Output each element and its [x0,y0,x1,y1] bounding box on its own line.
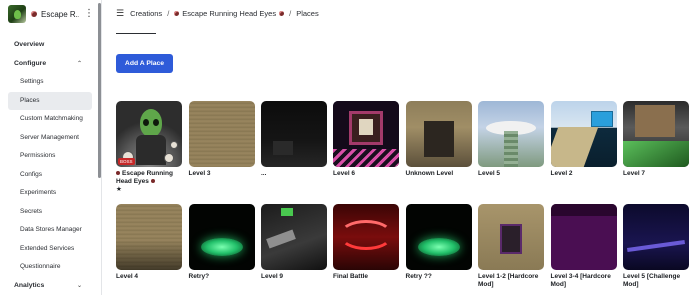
sidebar-item-data-stores-manager[interactable]: Data Stores Manager [0,221,100,240]
sidebar-nav: Overview Configure ⌃ Settings Places Cust… [0,36,100,295]
place-label: Level 9 [261,273,284,280]
place-thumbnail [188,204,255,270]
place-card[interactable]: Unknown Level [405,101,472,178]
place-label: Level 5 [Challenge Mod] [623,273,681,288]
place-label: Level 3-4 [Hardcore Mod] [550,273,611,288]
boss-badge: BOSS [118,158,135,165]
place-card[interactable]: Final Battle [333,204,399,281]
place-card[interactable]: Level 6 [333,101,399,178]
place-thumbnail [405,101,472,167]
experience-thumbnail [8,5,26,23]
place-card[interactable]: Level 5 [478,101,544,178]
place-thumbnail [116,204,182,270]
place-thumbnail [623,204,689,270]
breadcrumb-creations[interactable]: Creations [130,9,162,18]
place-thumbnail [333,101,399,167]
place-thumbnail [550,204,617,270]
sidebar-item-secrets[interactable]: Secrets [0,203,100,222]
experience-icon [31,11,37,17]
breadcrumb-separator: / [289,8,292,18]
place-card[interactable]: ... [261,101,327,178]
place-label: ... [261,170,267,177]
place-label: Level 7 [623,170,646,177]
place-thumbnail [478,204,544,270]
sidebar-item-overview[interactable]: Overview [0,36,100,55]
place-label: Level 2 [550,170,573,177]
menu-icon[interactable]: ☰ [116,8,124,19]
sidebar-item-permissions[interactable]: Permissions [0,147,100,166]
place-card[interactable]: Level 2 [550,101,617,178]
experience-icon [174,10,180,16]
place-thumbnail [623,101,689,167]
place-label: Level 4 [116,273,139,280]
place-label: Escape Running Head Eyes ★ [116,170,182,194]
experience-icon [279,10,285,16]
place-thumbnail [405,204,472,270]
place-thumbnail [333,204,399,270]
place-label: Unknown Level [405,170,454,177]
sidebar-item-experiments[interactable]: Experiments [0,184,100,203]
breadcrumb-experience[interactable]: Escape Running Head Eyes [182,9,276,18]
chevron-up-icon: ⌃ [76,60,82,67]
place-card[interactable]: Level 7 [623,101,689,178]
place-card[interactable]: Level 3 [188,101,255,178]
place-label: Retry? [188,273,210,280]
place-thumbnail [188,101,255,167]
place-card[interactable]: Level 4 [116,204,182,281]
tab-underline [116,33,156,34]
place-thumbnail [478,101,544,167]
experience-name: Escape R... [41,9,79,19]
sidebar-item-server-management[interactable]: Server Management [0,129,100,148]
place-card[interactable]: Retry ?? [405,204,472,281]
place-card[interactable]: BOSS Escape Running Head Eyes ★ [116,101,182,194]
sidebar-item-places[interactable]: Places [8,91,92,110]
place-label: Level 1-2 [Hardcore Mod] [478,273,539,288]
place-card[interactable]: Level 1-2 [Hardcore Mod] [478,204,544,289]
breadcrumb: ☰ Creations / Escape Running Head Eyes /… [116,7,319,19]
sidebar-scrollbar[interactable] [98,3,101,178]
sidebar-item-analytics[interactable]: Analytics ⌄ [0,277,100,295]
more-vertical-icon[interactable]: ⋮ [84,9,94,19]
place-thumbnail [261,101,327,167]
place-label: Final Battle [333,273,369,280]
place-card[interactable]: Level 3-4 [Hardcore Mod] [550,204,617,289]
chevron-down-icon: ⌄ [76,282,82,289]
breadcrumb-places: Places [296,8,319,18]
sidebar-item-extended-services[interactable]: Extended Services [0,240,100,259]
place-label: Level 3 [188,170,211,177]
place-card[interactable]: Level 5 [Challenge Mod] [623,204,689,289]
star-icon: ★ [116,186,122,193]
sidebar-item-configure[interactable]: Configure ⌃ [0,55,100,74]
place-card[interactable]: Level 9 [261,204,327,281]
sidebar: Escape R... ⋮ Overview Configure ⌃ Settin… [0,0,102,295]
breadcrumb-separator: / [167,8,170,18]
add-place-button[interactable]: Add A Place [116,54,173,73]
place-thumbnail [550,101,617,167]
sidebar-item-settings[interactable]: Settings [0,73,100,92]
sidebar-item-custom-matchmaking[interactable]: Custom Matchmaking [0,110,100,129]
place-label: Level 5 [478,170,501,177]
place-card[interactable]: Retry? [188,204,255,281]
place-thumbnail: BOSS [116,101,182,167]
place-thumbnail [261,204,327,270]
sidebar-item-questionnaire[interactable]: Questionnaire [0,258,100,277]
experience-header[interactable]: Escape R... ⋮ [8,4,98,24]
sidebar-item-configs[interactable]: Configs [0,166,100,185]
place-label: Level 6 [333,170,356,177]
place-label: Retry ?? [405,273,432,280]
